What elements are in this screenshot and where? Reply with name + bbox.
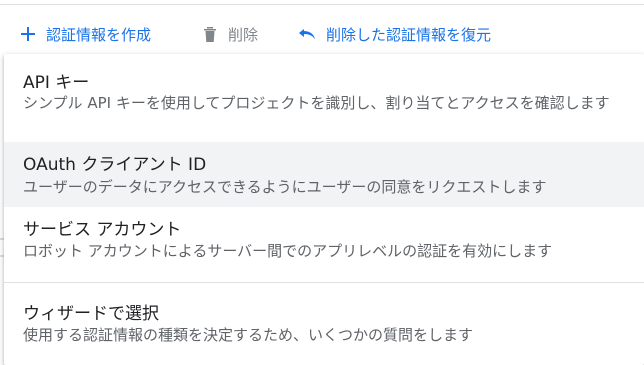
plus-icon (18, 24, 38, 44)
undo-icon (298, 24, 318, 44)
restore-label: 削除した認証情報を復元 (326, 25, 492, 44)
menu-item-title: OAuth クライアント ID (23, 155, 207, 175)
menu-item-description: 使用する認証情報の種類を決定するため、いくつかの質問をします (23, 326, 474, 344)
menu-item-api-key[interactable]: API キー シンプル API キーを使用してプロジェクトを識別し、割り当てとア… (4, 54, 644, 142)
menu-item-title: サービス アカウント (23, 220, 182, 240)
delete-label: 削除 (228, 25, 259, 44)
menu-item-service-account[interactable]: サービス アカウント ロボット アカウントによるサーバー間でのアプリレベルの認証… (4, 207, 644, 275)
menu-divider (4, 282, 644, 283)
menu-item-description: シンプル API キーを使用してプロジェクトを識別し、割り当てとアクセスを確認し… (23, 94, 610, 112)
create-credentials-button[interactable]: 認証情報を作成 (18, 20, 151, 48)
trash-icon (200, 24, 220, 44)
restore-deleted-credentials-button[interactable]: 削除した認証情報を復元 (298, 20, 491, 48)
menu-item-title: ウィザードで選択 (23, 304, 159, 324)
menu-item-description: ユーザーのデータにアクセスできるようにユーザーの同意をリクエストします (23, 178, 547, 196)
create-credentials-label: 認証情報を作成 (46, 25, 152, 44)
menu-item-wizard[interactable]: ウィザードで選択 使用する認証情報の種類を決定するため、いくつかの質問をします (4, 290, 644, 365)
delete-button[interactable]: 削除 (200, 20, 258, 48)
menu-item-title: API キー (23, 73, 90, 93)
create-credentials-menu: API キー シンプル API キーを使用してプロジェクトを識別し、割り当てとア… (4, 54, 644, 365)
menu-item-oauth-client-id[interactable]: OAuth クライアント ID ユーザーのデータにアクセスできるようにユーザーの… (4, 142, 644, 207)
menu-item-description: ロボット アカウントによるサーバー間でのアプリレベルの認証を有効にします (23, 242, 553, 260)
